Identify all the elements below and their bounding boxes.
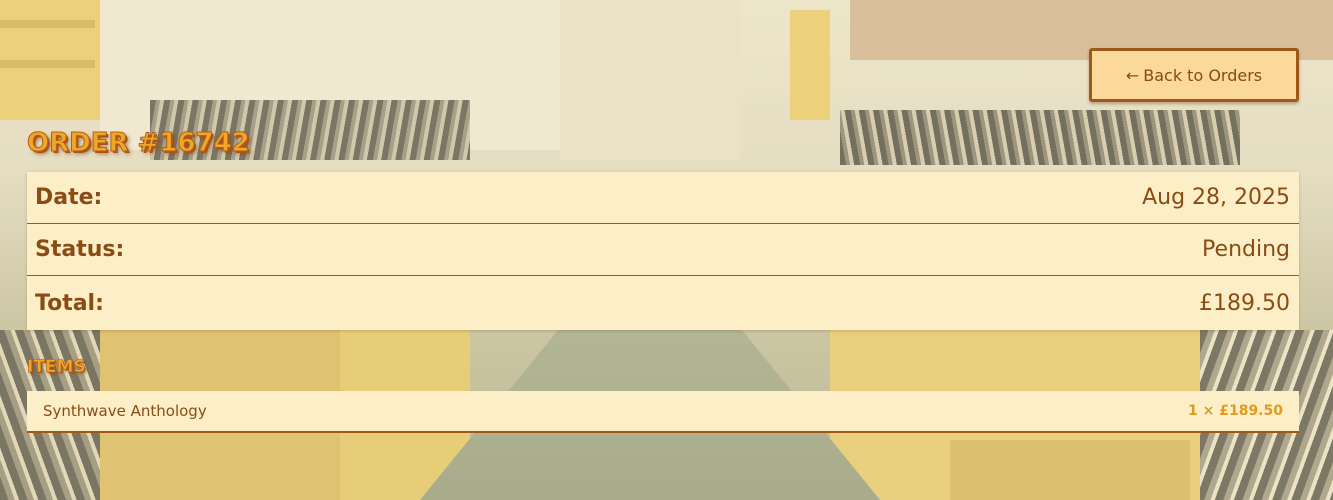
item-quantity-price: 1 × £189.50 [1188,403,1283,419]
arrow-left-icon: ← [1125,65,1140,85]
back-to-orders-label: Back to Orders [1143,65,1263,85]
order-status-value: Pending [1202,237,1290,262]
item-name: Synthwave Anthology [43,402,207,420]
order-date-label: Date: [35,185,103,210]
items-heading: Items [27,357,86,378]
order-status-label: Status: [35,237,125,262]
order-total-row: Total: £189.50 [27,276,1299,330]
order-date-value: Aug 28, 2025 [1142,185,1290,210]
order-total-label: Total: [35,290,104,316]
list-item: Synthwave Anthology 1 × £189.50 [27,391,1299,433]
order-title: Order #16742 [27,128,251,159]
back-to-orders-button[interactable]: ← Back to Orders [1089,48,1299,102]
order-status-row: Status: Pending [27,224,1299,276]
items-list: Synthwave Anthology 1 × £189.50 [27,391,1299,433]
order-details-table: Date: Aug 28, 2025 Status: Pending Total… [27,172,1299,330]
order-total-value: £189.50 [1199,290,1290,316]
order-date-row: Date: Aug 28, 2025 [27,172,1299,224]
